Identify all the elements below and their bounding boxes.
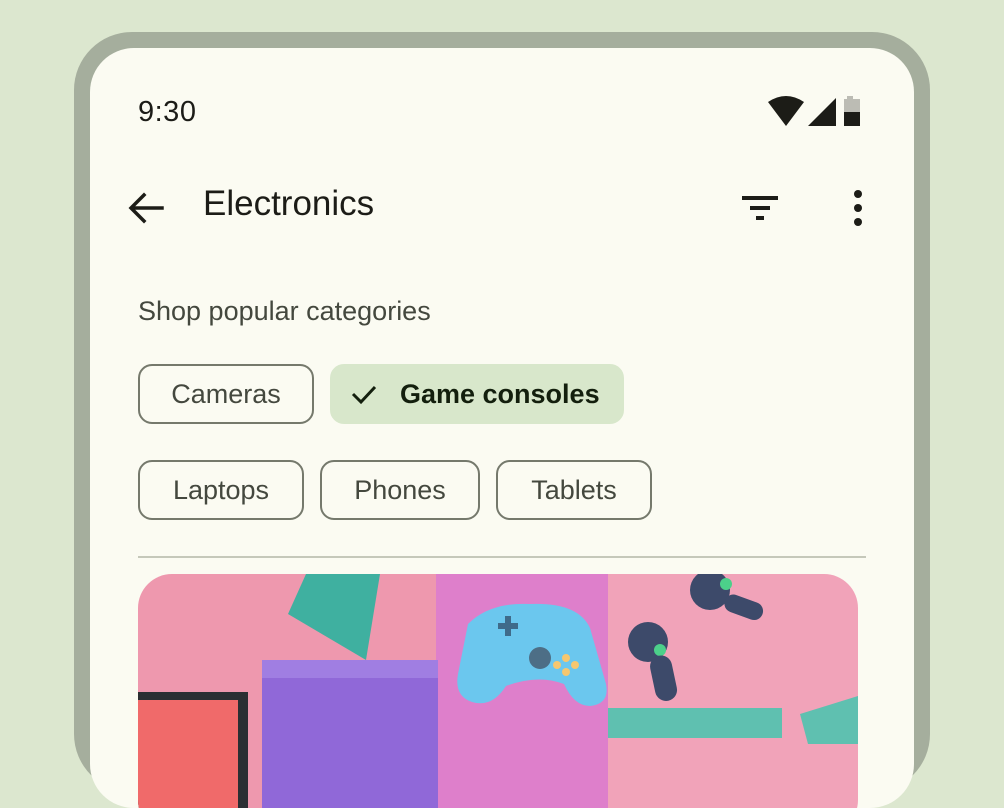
chip-label: Tablets <box>531 475 617 505</box>
battery-icon <box>844 96 860 126</box>
divider <box>138 556 866 558</box>
chip-label: Phones <box>354 475 446 505</box>
wifi-icon <box>768 96 804 126</box>
more-vert-icon[interactable] <box>842 188 874 228</box>
hero-image[interactable] <box>138 574 858 808</box>
phone-screen: 9:30 Electronics Shop popular categories… <box>90 48 914 808</box>
cellular-signal-icon <box>808 98 836 126</box>
status-time: 9:30 <box>138 96 197 128</box>
chip-laptops[interactable]: Laptops <box>138 460 304 520</box>
arrow-back-icon[interactable] <box>126 188 166 228</box>
chip-cameras[interactable]: Cameras <box>138 364 314 424</box>
page-title: Electronics <box>203 184 375 223</box>
chip-label: Cameras <box>171 379 281 409</box>
chip-label: Laptops <box>172 475 270 505</box>
chip-tablets[interactable]: Tablets <box>496 460 652 520</box>
chip-label: Game consoles <box>400 379 600 409</box>
status-icons <box>768 96 860 126</box>
chip-phones[interactable]: Phones <box>320 460 480 520</box>
check-icon <box>351 385 377 405</box>
chip-game-consoles[interactable]: Game consoles <box>330 364 624 424</box>
filter-icon[interactable] <box>740 190 784 226</box>
section-label: Shop popular categories <box>138 296 431 326</box>
